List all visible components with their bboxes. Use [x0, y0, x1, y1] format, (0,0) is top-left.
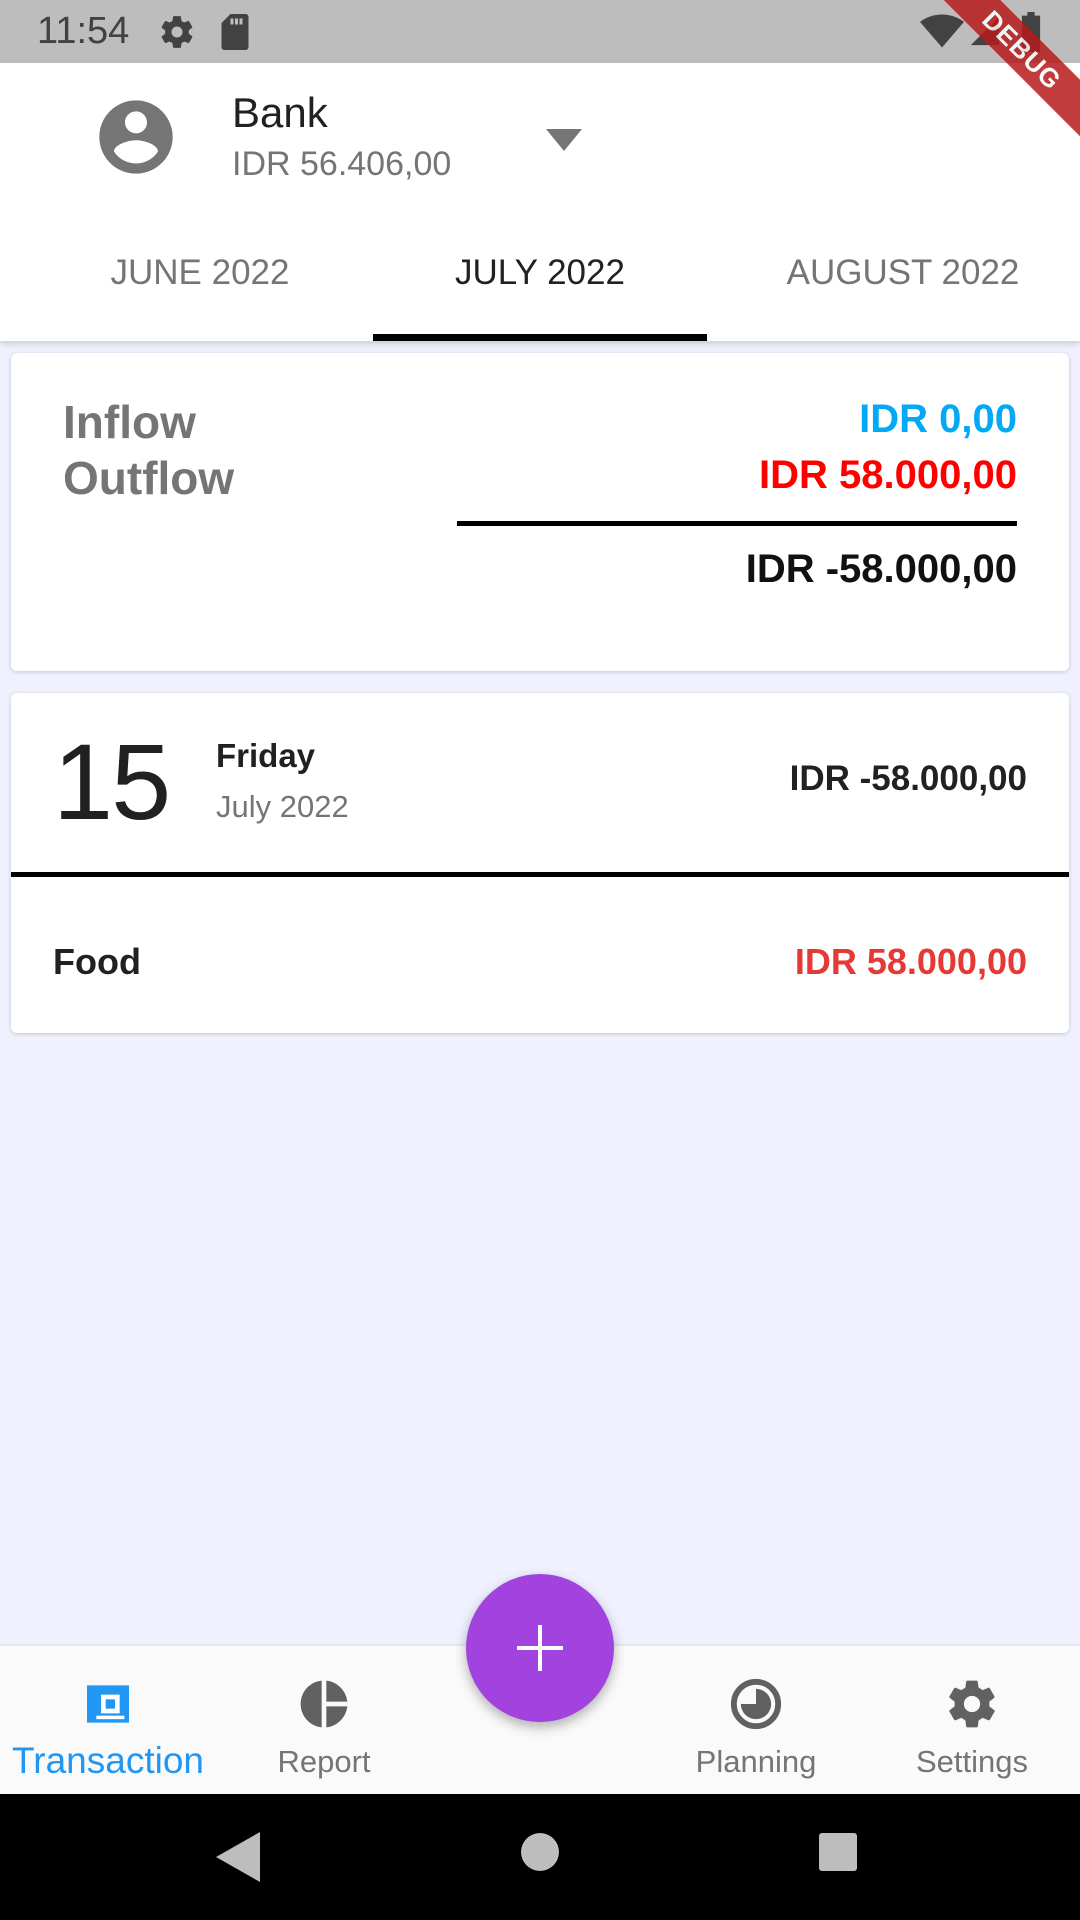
outflow-label: Outflow: [63, 452, 235, 504]
status-time: 11:54: [37, 10, 130, 52]
transaction-amount: IDR 58.000,00: [794, 941, 1027, 982]
tab-june-2022[interactable]: JUNE 2022: [30, 253, 370, 293]
day-total: IDR -58.000,00: [789, 759, 1027, 798]
pie-chart-icon: [300, 1680, 348, 1728]
transaction-category: Food: [53, 941, 141, 982]
nav-report[interactable]: Report: [216, 1646, 432, 1794]
settings-status-icon: [161, 16, 193, 48]
nav-settings[interactable]: Settings: [864, 1646, 1080, 1794]
nav-planning-label: Planning: [695, 1744, 817, 1779]
wifi-icon: [920, 14, 964, 48]
gear-icon: [949, 1680, 995, 1728]
day-divider: [11, 872, 1069, 877]
home-icon[interactable]: [520, 1832, 560, 1872]
wallet-icon: [87, 1685, 129, 1723]
inflow-value: IDR 0,00: [859, 397, 1017, 441]
status-bar: 11:54: [0, 0, 1080, 63]
plus-icon: [517, 1625, 563, 1671]
recent-apps-icon[interactable]: [818, 1832, 858, 1872]
nav-transaction[interactable]: Transaction: [0, 1646, 216, 1794]
nav-report-label: Report: [277, 1744, 371, 1779]
sd-card-icon: [221, 14, 249, 50]
tab-august-2022[interactable]: AUGUST 2022: [733, 253, 1073, 293]
nav-planning[interactable]: Planning: [648, 1646, 864, 1794]
nav-settings-label: Settings: [915, 1744, 1028, 1779]
inflow-label: Inflow: [63, 396, 196, 448]
dropdown-arrow-icon[interactable]: [546, 129, 582, 151]
day-number: 15: [53, 721, 171, 842]
tab-indicator: [373, 334, 707, 341]
add-transaction-button[interactable]: [466, 1574, 614, 1722]
day-group-card: 15 Friday July 2022 IDR -58.000,00 Food …: [11, 693, 1069, 1033]
back-icon[interactable]: [216, 1832, 260, 1882]
tab-july-2022[interactable]: JULY 2022: [370, 253, 710, 293]
summary-divider: [457, 521, 1017, 526]
nav-transaction-label: Transaction: [12, 1740, 204, 1781]
header: Bank IDR 56.406,00 JUNE 2022 JULY 2022 A…: [0, 63, 1080, 341]
summary-card: Inflow Outflow IDR 0,00 IDR 58.000,00 ID…: [11, 353, 1069, 671]
outflow-value: IDR 58.000,00: [759, 453, 1017, 497]
account-name[interactable]: Bank: [232, 89, 328, 137]
system-navigation-bar: [0, 1794, 1080, 1920]
clock-icon: [730, 1678, 782, 1730]
day-weekday: Friday: [216, 737, 316, 774]
account-circle-icon[interactable]: [92, 93, 180, 181]
account-balance: IDR 56.406,00: [232, 145, 452, 183]
day-month-year: July 2022: [216, 789, 349, 824]
net-value: IDR -58.000,00: [745, 547, 1017, 591]
